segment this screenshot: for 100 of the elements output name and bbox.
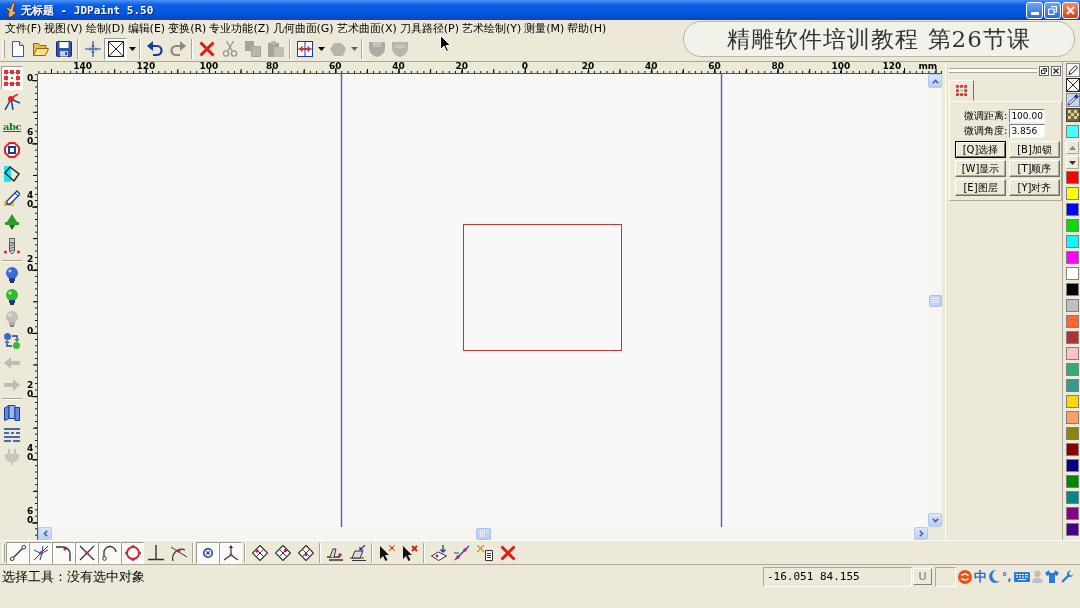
status-button[interactable]: U bbox=[913, 568, 932, 585]
color-swatch-icon[interactable] bbox=[1066, 491, 1079, 504]
color-swatch-icon[interactable] bbox=[1066, 347, 1079, 360]
color-swatch-icon[interactable] bbox=[1066, 235, 1079, 248]
menu-item[interactable]: 几何曲面(G) bbox=[271, 20, 336, 37]
menu-item[interactable]: 专业功能(Z) bbox=[207, 20, 271, 37]
panel-button[interactable]: [B]加锁 bbox=[1009, 141, 1060, 158]
scroll-up-button[interactable] bbox=[928, 74, 942, 88]
punctuation-indicator[interactable]: °, bbox=[1002, 569, 1012, 584]
crossed-box-icon[interactable] bbox=[1066, 78, 1080, 92]
keyboard-icon[interactable] bbox=[1013, 571, 1030, 582]
tool-button[interactable] bbox=[98, 541, 121, 564]
close-button[interactable] bbox=[1051, 65, 1061, 76]
color-swatch-icon[interactable] bbox=[1066, 459, 1079, 472]
number-field[interactable]: 100.00 bbox=[1009, 108, 1046, 123]
pencil-icon[interactable] bbox=[1066, 63, 1080, 77]
color-swatch-icon[interactable] bbox=[1066, 315, 1079, 328]
panel-button[interactable]: [E]图层 bbox=[955, 179, 1006, 196]
logo-icon[interactable] bbox=[958, 569, 972, 584]
color-swatch-icon[interactable] bbox=[1066, 363, 1079, 376]
color-swatch-icon[interactable] bbox=[1066, 331, 1079, 344]
tool-button[interactable] bbox=[6, 541, 29, 564]
bulb-icon[interactable] bbox=[4, 267, 20, 283]
menu-item[interactable]: 艺术绘制(Y) bbox=[460, 20, 523, 37]
number-field[interactable]: 3.856 bbox=[1009, 123, 1046, 138]
delete-icon[interactable] bbox=[198, 41, 215, 57]
tool-button[interactable] bbox=[52, 541, 75, 564]
panel-button[interactable]: [Y]对齐 bbox=[1009, 179, 1060, 196]
color-swatch-icon[interactable] bbox=[1066, 379, 1079, 392]
bulb-icon[interactable] bbox=[4, 289, 20, 305]
color-swatch-icon[interactable] bbox=[1066, 443, 1079, 456]
menu-item[interactable]: 测量(M) bbox=[522, 20, 566, 37]
color-swatch-icon[interactable] bbox=[1066, 267, 1079, 280]
tool-button[interactable] bbox=[196, 541, 219, 564]
menu-item[interactable]: 艺术曲面(X) bbox=[335, 20, 399, 37]
octagon-icon[interactable] bbox=[4, 142, 20, 158]
menu-item[interactable]: 编辑(E) bbox=[126, 20, 167, 37]
hatch-lines-icon[interactable] bbox=[4, 427, 20, 443]
diamond-point-icon[interactable] bbox=[274, 544, 291, 561]
color-swatch-icon[interactable] bbox=[1066, 427, 1079, 440]
menu-item[interactable]: 变换(R) bbox=[166, 20, 208, 37]
perpendicular-icon[interactable] bbox=[147, 544, 164, 561]
pointer-cross-icon[interactable] bbox=[378, 544, 395, 561]
books-icon[interactable] bbox=[4, 405, 20, 421]
toolbar-grip[interactable] bbox=[949, 68, 1037, 73]
menu-item[interactable]: 绘制(D) bbox=[84, 20, 127, 37]
moon-icon[interactable] bbox=[989, 570, 1000, 583]
color-swatch-icon[interactable] bbox=[1066, 523, 1079, 536]
color-swatch-icon[interactable] bbox=[1066, 187, 1079, 200]
panel-tab[interactable] bbox=[949, 80, 974, 101]
list-cross-icon[interactable] bbox=[476, 544, 493, 561]
pen-icon[interactable] bbox=[4, 190, 20, 206]
diamond-point-icon[interactable] bbox=[297, 544, 314, 561]
color-swatch-icon[interactable] bbox=[1066, 171, 1079, 184]
language-indicator[interactable]: 中 bbox=[974, 569, 987, 584]
color-swatch-icon[interactable] bbox=[1066, 219, 1079, 232]
menu-item[interactable]: 刀具路径(P) bbox=[398, 20, 461, 37]
scroll-right-button[interactable] bbox=[914, 527, 928, 540]
panel-button[interactable]: [T]顺序 bbox=[1009, 160, 1060, 177]
menu-item[interactable]: 帮助(H) bbox=[565, 20, 608, 37]
panel-button[interactable]: [Q]选择 bbox=[955, 141, 1006, 158]
diamond-icon[interactable] bbox=[4, 166, 20, 182]
pointer-x-icon[interactable] bbox=[401, 544, 418, 561]
diamond-point-icon[interactable] bbox=[251, 544, 268, 561]
scrollbar-thumb[interactable] bbox=[928, 294, 942, 307]
minimize-button[interactable] bbox=[1026, 1, 1043, 19]
caret-icon[interactable] bbox=[317, 47, 325, 51]
save-icon[interactable] bbox=[55, 41, 72, 57]
swap-icon[interactable] bbox=[4, 333, 20, 349]
undo-icon[interactable] bbox=[146, 41, 163, 57]
plane-icon[interactable] bbox=[349, 544, 366, 561]
color-swatch-icon[interactable] bbox=[1066, 283, 1079, 296]
tangent-icon[interactable] bbox=[170, 544, 187, 561]
wrench-icon[interactable] bbox=[1060, 570, 1074, 583]
new-file-icon[interactable] bbox=[9, 41, 26, 57]
color-swatch-icon[interactable] bbox=[1066, 299, 1079, 312]
scroll-left-button[interactable] bbox=[38, 527, 52, 540]
scrollbar-thumb[interactable] bbox=[475, 527, 491, 540]
drill-bit-icon[interactable] bbox=[4, 238, 20, 254]
pattern-icon[interactable] bbox=[1066, 108, 1080, 122]
tool-button[interactable] bbox=[219, 541, 242, 564]
color-swatch-icon[interactable] bbox=[1066, 475, 1079, 488]
tool-button[interactable] bbox=[29, 541, 52, 564]
bell-icon[interactable] bbox=[4, 214, 20, 230]
grid-arrows-icon[interactable] bbox=[296, 41, 313, 57]
delete-icon[interactable] bbox=[499, 544, 516, 561]
panel-button[interactable]: [W]显示 bbox=[955, 160, 1006, 177]
menu-item[interactable]: 视图(V) bbox=[42, 20, 85, 37]
text-tool-button[interactable]: abc bbox=[1, 114, 23, 138]
node-edit-icon[interactable] bbox=[4, 94, 20, 110]
restore-button[interactable] bbox=[1039, 65, 1049, 76]
menu-item[interactable]: 文件(F) bbox=[3, 20, 43, 37]
color-swatch-icon[interactable] bbox=[1066, 507, 1079, 520]
tool-button[interactable] bbox=[75, 541, 98, 564]
eyedropper-icon[interactable] bbox=[1066, 93, 1080, 107]
open-folder-icon[interactable] bbox=[32, 41, 49, 57]
color-swatch-icon[interactable] bbox=[1066, 411, 1079, 424]
color-swatch-icon[interactable] bbox=[1066, 395, 1079, 408]
crosshair-icon[interactable] bbox=[84, 41, 101, 57]
color-swatch-icon[interactable] bbox=[1066, 203, 1079, 216]
